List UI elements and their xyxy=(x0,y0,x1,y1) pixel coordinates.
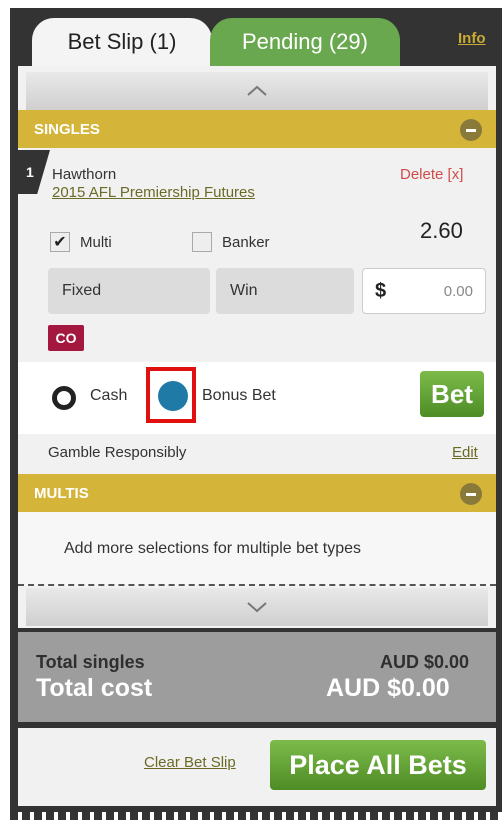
check-icon[interactable]: ✔ xyxy=(50,232,70,252)
multis-title: MULTIS xyxy=(34,484,89,502)
multis-header[interactable]: MULTIS xyxy=(18,474,496,512)
co-badge: CO xyxy=(48,325,84,351)
cash-label: Cash xyxy=(90,387,128,404)
singles-header[interactable]: SINGLES xyxy=(18,110,496,148)
multis-message: Add more selections for multiple bet typ… xyxy=(64,540,362,557)
total-singles-value: AUD $0.00 xyxy=(380,652,470,672)
event-link[interactable]: 2015 AFL Premiership Futures xyxy=(52,184,255,201)
tab-pending[interactable]: Pending (29) xyxy=(210,18,400,66)
banker-label: Banker xyxy=(222,233,270,251)
place-all-bets-button[interactable]: Place All Bets xyxy=(270,740,486,790)
chevron-up-icon xyxy=(247,85,267,96)
bonus-bet-label: Bonus Bet xyxy=(202,387,276,404)
bet-type-select[interactable]: Fixed xyxy=(48,268,210,314)
delete-button[interactable]: Delete [x] xyxy=(400,166,463,183)
currency-symbol: $ xyxy=(375,279,387,302)
edit-link[interactable]: Edit xyxy=(452,444,478,461)
total-singles-label: Total singles xyxy=(36,652,145,672)
bet-button[interactable]: Bet xyxy=(420,371,484,417)
odds-value: 2.60 xyxy=(420,218,463,243)
market-select[interactable]: Win xyxy=(216,268,354,314)
banker-checkbox[interactable]: Banker xyxy=(192,232,270,252)
gamble-responsibly-text: Gamble Responsibly xyxy=(48,444,187,461)
cash-radio[interactable] xyxy=(52,386,76,410)
scroll-up-button[interactable] xyxy=(26,72,488,110)
scroll-down-button[interactable] xyxy=(26,588,488,626)
collapse-icon[interactable] xyxy=(460,483,482,505)
singles-title: SINGLES xyxy=(34,120,100,138)
chevron-down-icon xyxy=(247,602,267,613)
stake-input[interactable]: $ 0.00 xyxy=(362,268,486,314)
stake-value[interactable]: 0.00 xyxy=(444,283,473,300)
multi-checkbox[interactable]: ✔ Multi xyxy=(50,232,112,252)
multi-label: Multi xyxy=(80,233,112,251)
bottom-dashed-edge xyxy=(10,812,502,820)
tab-bet-slip[interactable]: Bet Slip (1) xyxy=(32,18,212,66)
total-cost-value: AUD $0.00 xyxy=(326,674,450,702)
total-cost-label: Total cost xyxy=(36,674,153,702)
clear-bet-slip-link[interactable]: Clear Bet Slip xyxy=(144,754,236,771)
info-link[interactable]: Info xyxy=(458,30,486,47)
highlight-annotation xyxy=(146,367,196,423)
runner-name: Hawthorn xyxy=(52,166,117,183)
checkbox-empty-icon[interactable] xyxy=(192,232,212,252)
collapse-icon[interactable] xyxy=(460,119,482,141)
divider xyxy=(18,584,496,586)
